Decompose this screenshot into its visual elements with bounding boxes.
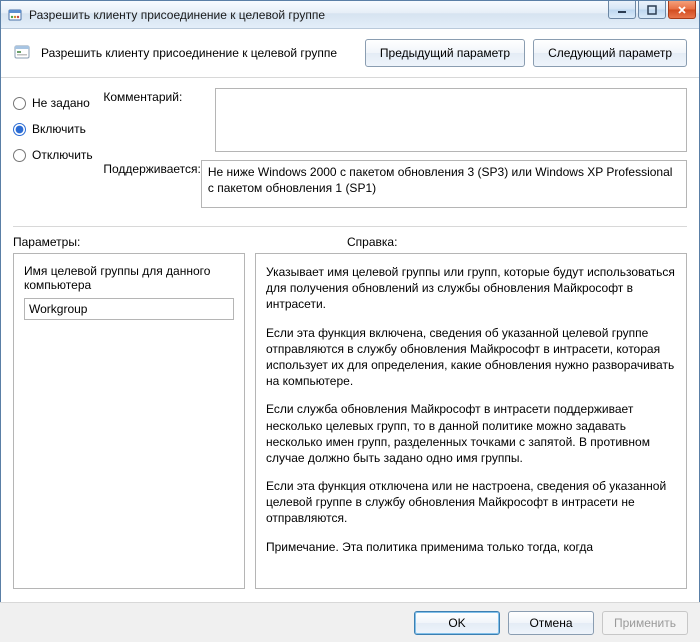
radio-enabled-label: Включить [32,122,86,136]
help-paragraph: Если служба обновления Майкрософт в интр… [266,401,680,466]
help-paragraph: Примечание. Эта политика применима тольк… [266,539,680,555]
dialog-button-bar: OK Отмена Применить [0,602,700,642]
radio-enabled-input[interactable] [13,123,26,136]
policy-icon [13,43,33,63]
lower-panels: Имя целевой группы для данного компьютер… [1,253,699,589]
window-title: Разрешить клиенту присоединение к целево… [29,8,325,22]
cancel-button[interactable]: Отмена [508,611,594,635]
help-paragraph: Указывает имя целевой группы или групп, … [266,264,680,313]
radio-disabled-label: Отключить [32,148,93,162]
radio-not-configured-input[interactable] [13,97,26,110]
window-controls [608,1,696,19]
radio-not-configured[interactable]: Не задано [13,90,103,116]
radio-not-configured-label: Не задано [32,96,90,110]
header-title: Разрешить клиенту присоединение к целево… [41,46,337,60]
state-radio-group: Не задано Включить Отключить [13,88,103,216]
radio-enabled[interactable]: Включить [13,116,103,142]
comment-field[interactable] [215,88,687,152]
help-paragraph: Если эта функция включена, сведения об у… [266,325,680,390]
section-labels: Параметры: Справка: [1,227,699,253]
options-panel: Имя целевой группы для данного компьютер… [13,253,245,589]
app-icon [7,7,23,23]
header: Разрешить клиенту присоединение к целево… [1,29,699,78]
help-panel[interactable]: Указывает имя целевой группы или групп, … [255,253,687,589]
target-group-label: Имя целевой группы для данного компьютер… [24,264,234,292]
titlebar: Разрешить клиенту присоединение к целево… [1,1,699,29]
supported-on-value: Не ниже Windows 2000 с пакетом обновлени… [208,165,673,195]
policy-state-area: Не задано Включить Отключить Комментарий… [1,78,699,220]
help-section-label: Справка: [347,235,687,249]
supported-on-text: Не ниже Windows 2000 с пакетом обновлени… [201,160,687,208]
maximize-button[interactable] [638,1,666,19]
apply-button: Применить [602,611,688,635]
radio-disabled[interactable]: Отключить [13,142,103,168]
help-paragraph: Если эта функция отключена или не настро… [266,478,680,527]
ok-button[interactable]: OK [414,611,500,635]
options-section-label: Параметры: [13,235,347,249]
next-setting-button[interactable]: Следующий параметр [533,39,687,67]
target-group-input[interactable] [24,298,234,320]
comment-label: Комментарий: [103,88,215,152]
minimize-button[interactable] [608,1,636,19]
radio-disabled-input[interactable] [13,149,26,162]
close-button[interactable] [668,1,696,19]
previous-setting-button[interactable]: Предыдущий параметр [365,39,525,67]
supported-on-label: Поддерживается: [103,160,201,208]
